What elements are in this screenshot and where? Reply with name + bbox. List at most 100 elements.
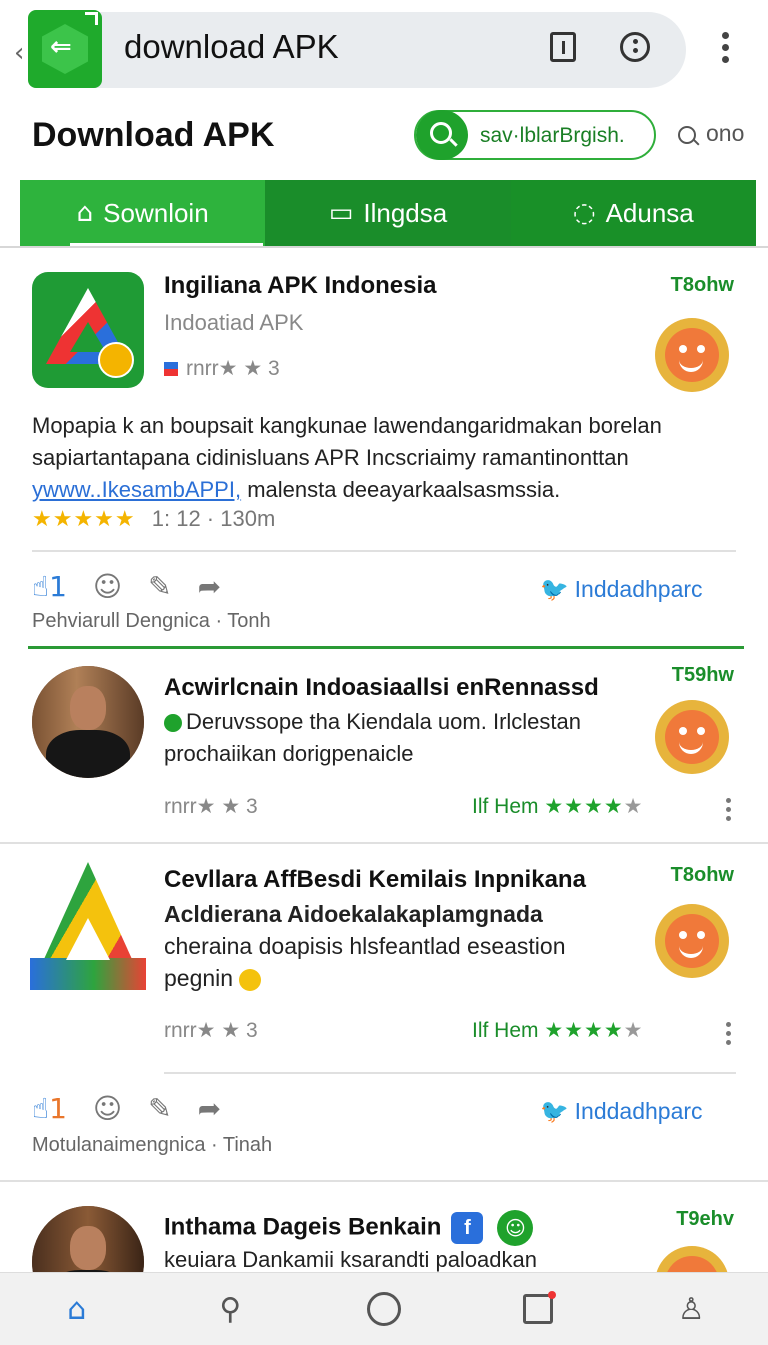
chat-icon: ▭	[328, 198, 354, 228]
rating-stats: ★★★★★ 1: 12 · 130m	[32, 506, 275, 532]
rating-label: Ilf Hem	[472, 1019, 539, 1042]
corner-mark-icon	[85, 12, 98, 25]
timestamp: T8ohw	[670, 864, 734, 886]
card-title[interactable]: Ingiliana APK Indonesia	[164, 272, 436, 300]
body-line: pegnin	[164, 962, 566, 994]
card-body: Mopapia k an boupsait kangkunae lawendan…	[32, 410, 662, 506]
search-button[interactable]	[416, 110, 468, 160]
stats-text: 1: 12 · 130m	[151, 506, 276, 531]
action-row: ☝1 ☺ ✎ ➦	[32, 1088, 247, 1128]
thumbs-up-icon: ☝	[32, 569, 50, 603]
tab-label: Sownloin	[103, 197, 209, 228]
chevron-left-icon[interactable]: ‹	[14, 38, 24, 68]
timestamp: T9ehv	[676, 1208, 734, 1230]
star-rating: ★★★★★	[32, 506, 136, 531]
search-icon	[678, 125, 696, 144]
star-rating-empty: ★	[623, 795, 643, 818]
like-button[interactable]: ☝1	[32, 1092, 67, 1125]
react-icon[interactable]: ☺	[93, 1092, 122, 1125]
profile-icon: ♙	[677, 1291, 705, 1327]
nav-circle[interactable]	[307, 1273, 461, 1345]
android-icon[interactable]: ☺	[497, 1210, 534, 1246]
tab-sownloin[interactable]: ⌂ Sownloin	[20, 180, 266, 248]
thumbs-up-icon: ☝	[32, 1091, 50, 1125]
bottom-nav: ⌂ ⚲ ♙	[0, 1272, 768, 1345]
card-title[interactable]: Inthama Dageis Benkain f ☺	[164, 1210, 534, 1246]
avatar[interactable]	[32, 666, 144, 778]
twitter-icon: 🐦	[540, 1099, 569, 1125]
share-icon[interactable]: ➦	[198, 1092, 221, 1125]
more-icon[interactable]	[726, 1022, 732, 1049]
card-body: Acldierana Aidoekalakaplamgnada cheraina…	[164, 898, 566, 994]
body-line: Acldierana Aidoekalakaplamgnada	[164, 901, 543, 927]
like-count: 1	[49, 569, 67, 603]
search-input[interactable]: sav·lblarBrgish.	[480, 124, 625, 148]
action-row: ☝1 ☺ ✎ ➦	[32, 566, 247, 606]
search-field[interactable]: sav·lblarBrgish.	[414, 110, 656, 160]
twitter-share-link[interactable]: 🐦 Inddadhparc	[540, 576, 703, 603]
arrow-icon: ⇐	[50, 32, 72, 62]
search-link-label: ono	[706, 120, 745, 146]
divider	[0, 1180, 768, 1182]
body-line: prochaiikan dorigpenaicle	[164, 741, 414, 766]
divider	[0, 246, 768, 248]
more-icon[interactable]	[726, 798, 732, 825]
card-title[interactable]: Cevllara AffBesdi Kemilais Inpnikana	[164, 866, 586, 894]
circle-icon	[366, 1292, 401, 1326]
body-link[interactable]: ywww..IkesambAPPI,	[32, 477, 241, 502]
twitter-share-link[interactable]: 🐦 Inddadhparc	[540, 1098, 703, 1125]
smiley-icon[interactable]	[655, 700, 729, 774]
card-meta: Pehviarull Dengnica · Tonh	[32, 610, 271, 632]
body-line-text: Deruvssope tha Kiendala uom. Irlclestan	[186, 709, 581, 734]
timestamp: T8ohw	[670, 274, 734, 296]
facebook-icon[interactable]: f	[451, 1212, 484, 1244]
search-icon: ⚲	[219, 1291, 242, 1327]
comment-icon[interactable]: ✎	[148, 1092, 171, 1125]
body-line-text: pegnin	[164, 965, 234, 991]
tab-adunsa[interactable]: ◌ Adunsa	[510, 180, 756, 246]
comment-icon[interactable]: ✎	[148, 570, 171, 603]
rating-text: rnrr★ ★ 3	[164, 1019, 258, 1042]
info-icon[interactable]	[620, 32, 650, 62]
drive-app-icon[interactable]	[30, 862, 146, 990]
card-title[interactable]: Acwirlcnain Indoasiaallsi enRennassd	[164, 674, 599, 702]
nav-search[interactable]: ⚲	[154, 1273, 308, 1345]
tab-ilngdsa[interactable]: ▭ Ilngdsa	[265, 180, 511, 246]
divider	[28, 646, 744, 649]
home-icon: ⌂	[76, 198, 94, 228]
nav-tabs[interactable]	[461, 1273, 615, 1345]
share-label: Inddadhparc	[574, 1098, 703, 1124]
tab-bar: ⌂ Sownloin ▭ Ilngdsa ◌ Adunsa	[20, 180, 756, 248]
kebab-menu-icon[interactable]	[722, 32, 730, 68]
status-dot-icon	[164, 714, 182, 733]
smiley-icon[interactable]	[655, 318, 729, 392]
flag-icon	[164, 362, 178, 377]
rating-right: Ilf Hem ★★★★★	[472, 1018, 643, 1043]
share-icon[interactable]: ➦	[198, 570, 221, 603]
search-link[interactable]: ono	[678, 120, 744, 147]
nav-home[interactable]: ⌂	[0, 1273, 154, 1345]
divider	[0, 842, 768, 844]
app-logo[interactable]: ⇐	[28, 10, 102, 88]
reader-mode-icon[interactable]	[550, 32, 576, 62]
rating-text: rnrr★ ★ 3	[186, 357, 280, 380]
twitter-icon: 🐦	[540, 577, 569, 603]
body-tail: malensta deeayarkaalsasmssia.	[241, 477, 561, 502]
like-button[interactable]: ☝1	[32, 570, 67, 603]
body-line: cheraina doapisis hlsfeantlad eseastion	[164, 933, 566, 959]
rating-label: Ilf Hem	[472, 795, 539, 818]
message-icon: ◌	[572, 198, 596, 228]
timestamp: T59hw	[671, 664, 734, 686]
tab-label: Ilngdsa	[363, 197, 448, 228]
nav-profile[interactable]: ♙	[614, 1273, 768, 1345]
body-line: ywww..IkesambAPPI, malensta deeayarkaals…	[32, 474, 662, 506]
smiley-icon[interactable]	[655, 904, 729, 978]
divider	[164, 1072, 736, 1074]
react-icon[interactable]: ☺	[93, 570, 122, 603]
body-line: Deruvssope tha Kiendala uom. Irlclestan	[164, 706, 581, 738]
rating-summary: rnrr★ ★ 3	[164, 356, 280, 381]
star-rating-empty: ★	[623, 1019, 643, 1042]
coin-icon	[98, 342, 134, 378]
url-text[interactable]: download APK	[124, 28, 339, 66]
apk-app-icon[interactable]	[32, 272, 144, 388]
